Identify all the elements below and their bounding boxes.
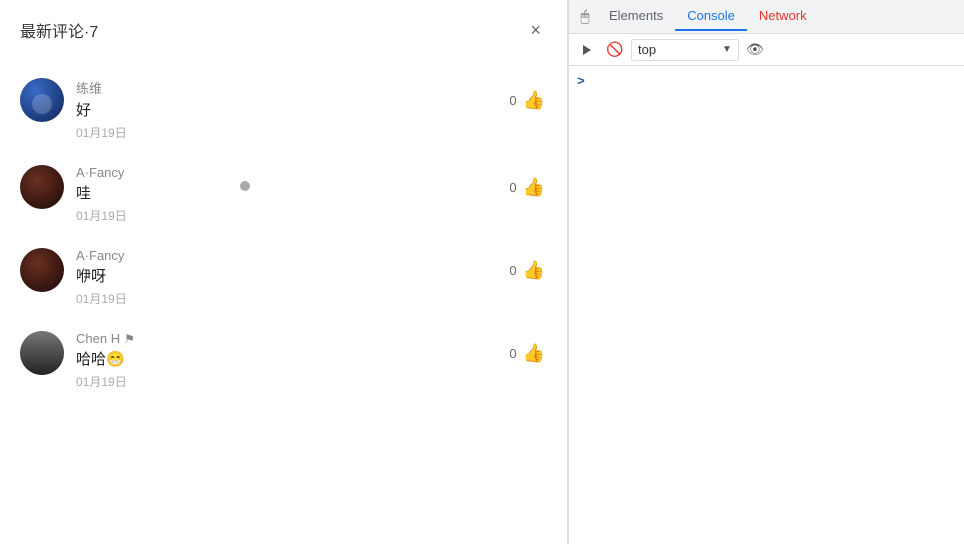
table-row: 练维 好 01月19日 0 👍 [0, 66, 567, 153]
comment-text: 咿呀 [76, 266, 509, 287]
console-toolbar: 🚫 ▼ 👁 [569, 34, 964, 66]
comment-content: Chen H ⚑ 哈哈😁 01月19日 [76, 331, 509, 390]
chevron-down-icon: ▼ [722, 44, 732, 55]
table-row: Chen H ⚑ 哈哈😁 01月19日 0 👍 [0, 319, 567, 402]
comment-content: A·Fancy 咿呀 01月19日 [76, 248, 509, 307]
comment-content: 练维 好 01月19日 [76, 78, 509, 141]
comment-username: A·Fancy [76, 248, 509, 263]
like-count: 0 [509, 180, 516, 195]
no-entry-button[interactable]: 🚫 [603, 38, 627, 62]
tab-network[interactable]: Network [747, 2, 819, 31]
comment-date: 01月19日 [76, 373, 509, 390]
username-text: Chen H [76, 331, 120, 346]
play-button[interactable] [575, 38, 599, 62]
no-entry-icon: 🚫 [606, 41, 623, 58]
thumbs-up-icon: 👍 [523, 177, 545, 198]
comment-text: 哇 [76, 183, 509, 204]
tab-elements[interactable]: Elements [597, 2, 675, 31]
table-row: A·Fancy 哇 01月19日 0 👍 [0, 153, 567, 236]
avatar [20, 331, 64, 375]
avatar [20, 78, 64, 122]
comment-username: 练维 [76, 78, 509, 97]
context-filter-input[interactable] [638, 42, 718, 57]
eye-button: 👁 [743, 38, 767, 62]
admin-flag-icon: ⚑ [124, 332, 135, 346]
like-count: 0 [509, 263, 516, 278]
tab-console[interactable]: Console [675, 2, 747, 31]
panel-title: 最新评论·7 [20, 18, 98, 42]
like-count: 0 [509, 93, 516, 108]
comment-date: 01月19日 [76, 207, 509, 224]
tab-console-label: Console [687, 8, 735, 23]
comment-date: 01月19日 [76, 290, 509, 307]
comment-content: A·Fancy 哇 01月19日 [76, 165, 509, 224]
like-area: 0 👍 [509, 78, 547, 113]
avatar [20, 248, 64, 292]
thumbs-up-icon: 👍 [523, 343, 545, 364]
thumbs-up-icon: 👍 [523, 260, 545, 281]
comment-username: Chen H ⚑ [76, 331, 509, 346]
like-button[interactable]: 👍 [521, 175, 547, 200]
console-filter-area: ▼ [631, 39, 739, 61]
comments-panel: 最新评论·7 × 练维 好 01月19日 0 👍 A·Fancy 哇 [0, 0, 568, 544]
eye-icon: 👁 [746, 41, 764, 58]
table-row: A·Fancy 咿呀 01月19日 0 👍 [0, 236, 567, 319]
devtools-panel: 🖱 Elements Console Network 🚫 ▼ 👁 > [568, 0, 964, 544]
comment-username: A·Fancy [76, 165, 509, 180]
devtools-tab-bar: 🖱 Elements Console Network [569, 0, 964, 34]
like-area: 0 👍 [509, 165, 547, 200]
comments-list: 练维 好 01月19日 0 👍 A·Fancy 哇 01月19日 0 [0, 56, 567, 544]
close-button[interactable]: × [524, 19, 547, 41]
console-input[interactable] [589, 74, 956, 89]
thumbs-up-icon: 👍 [523, 90, 545, 111]
console-body: > [569, 66, 964, 544]
like-button[interactable]: 👍 [521, 88, 547, 113]
panel-header: 最新评论·7 × [0, 0, 567, 56]
tab-network-label: Network [759, 8, 807, 23]
like-button[interactable]: 👍 [521, 258, 547, 283]
comment-text: 哈哈😁 [76, 349, 509, 370]
like-area: 0 👍 [509, 331, 547, 366]
like-button[interactable]: 👍 [521, 341, 547, 366]
play-icon [583, 45, 591, 55]
avatar [20, 165, 64, 209]
console-prompt-line: > [577, 70, 956, 93]
like-area: 0 👍 [509, 248, 547, 283]
cursor-icon: 🖱 [580, 8, 589, 25]
chevron-right-icon: > [577, 74, 585, 89]
like-count: 0 [509, 346, 516, 361]
comment-date: 01月19日 [76, 124, 509, 141]
inspector-tool-button[interactable]: 🖱 [573, 5, 597, 29]
gray-dot-indicator [240, 181, 250, 191]
comment-text: 好 [76, 100, 509, 121]
tab-elements-label: Elements [609, 8, 663, 23]
